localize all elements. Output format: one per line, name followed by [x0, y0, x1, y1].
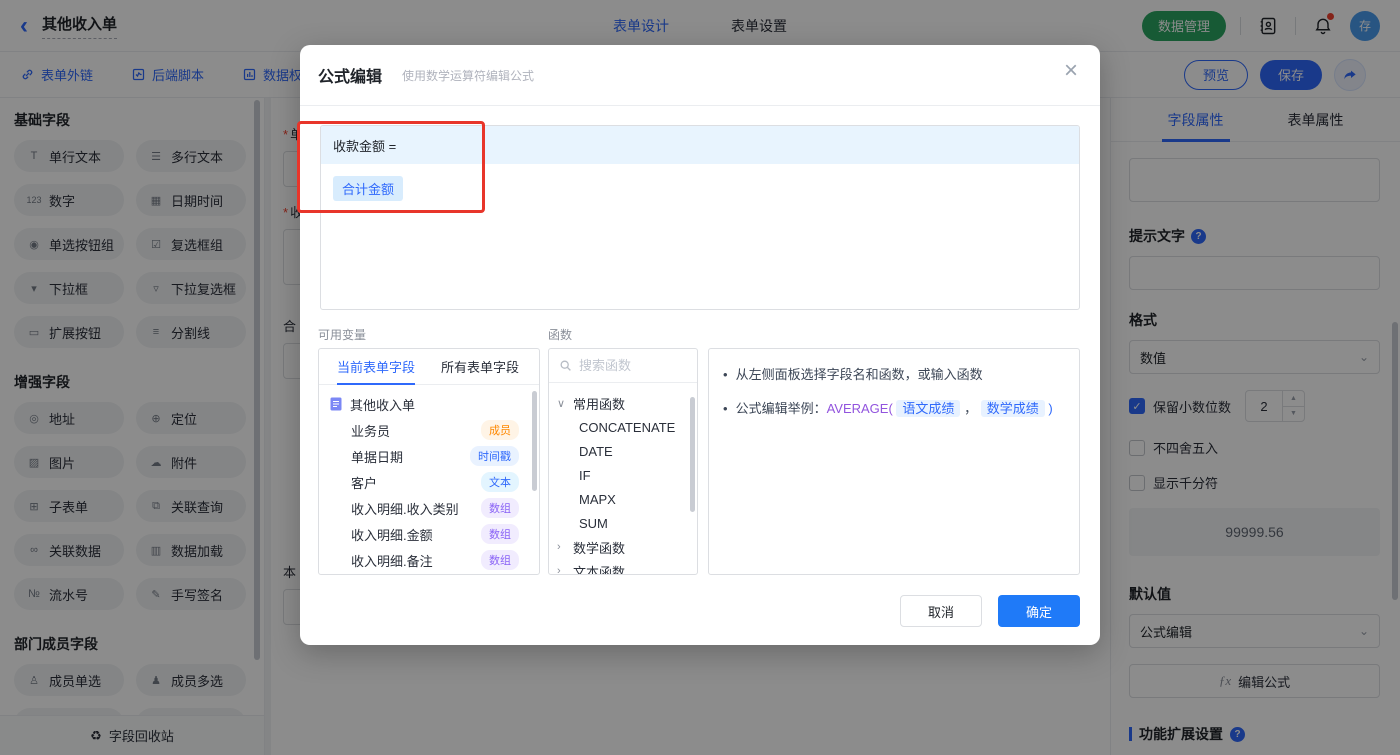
type-tag: 数组 [481, 498, 519, 518]
group-label: 数学函数 [573, 540, 626, 556]
functions-tree: ∨ 常用函数 CONCATENATE DATE IF MAPX SUM › 数学… [549, 383, 697, 575]
form-doc-icon [330, 397, 342, 411]
formula-editor-modal: 公式编辑 使用数学运算符编辑公式 × 收款金额 = 合计金额 可用变量 函数 当… [300, 45, 1100, 645]
modal-subtitle: 使用数学运算符编辑公式 [402, 69, 535, 83]
group-label: 常用函数 [573, 396, 626, 412]
variables-scrollbar[interactable] [532, 391, 537, 491]
tip-text: 从左侧面板选择字段名和函数，或输入函数 [735, 367, 983, 382]
group-label: 文本函数 [573, 564, 626, 575]
app-window: ‹ 其他收入单 表单设计 表单设置 数据管理 存 表单外链 后端脚本 数据权限 … [0, 0, 1400, 755]
example-field-chip: 语文成绩 [896, 399, 961, 417]
function-item[interactable]: MAPX [557, 487, 691, 511]
formula-expression-area[interactable]: 合计金额 [321, 164, 1079, 213]
search-icon [560, 360, 571, 371]
variable-row[interactable]: 业务员 成员 [329, 417, 531, 443]
tip-line-1: • 从左侧面板选择字段名和函数，或输入函数 [723, 365, 1063, 385]
variable-name: 业务员 [351, 423, 391, 439]
modal-title: 公式编辑 [318, 69, 383, 86]
example-close-paren: ) [1048, 400, 1053, 416]
function-group-common[interactable]: ∨ 常用函数 [557, 391, 691, 415]
function-search-input[interactable] [579, 358, 679, 373]
variable-name: 收入明细.收入类别 [351, 501, 459, 517]
formula-target: 收款金额 = [333, 138, 397, 154]
bullet-icon: • [723, 400, 728, 416]
variable-name: 收入明细.备注 [351, 553, 433, 569]
function-item[interactable]: IF [557, 463, 691, 487]
type-tag: 数组 [481, 524, 519, 544]
function-group-math[interactable]: › 数学函数 [557, 535, 691, 559]
variables-tree: 其他收入单 业务员 成员 单据日期 时间戳 客户 文本 收入明细.收入类别 数组 [319, 385, 539, 573]
variable-row[interactable]: 收入明细.金额 数组 [329, 521, 531, 547]
variable-name: 收入明细.金额 [351, 527, 433, 543]
variable-name: 单据日期 [351, 449, 404, 465]
function-search-row [549, 349, 697, 383]
functions-label: 函数 [548, 328, 573, 342]
variable-row[interactable]: 收入明细.收入类别 数组 [329, 495, 531, 521]
chevron-down-icon: ∨ [557, 397, 566, 410]
variable-name: 其他收入单 [350, 397, 416, 413]
type-tag: 成员 [481, 420, 519, 440]
functions-panel: ∨ 常用函数 CONCATENATE DATE IF MAPX SUM › 数学… [548, 348, 698, 575]
variable-row[interactable]: 收入明细.备注 数组 [329, 547, 531, 573]
function-item[interactable]: CONCATENATE [557, 415, 691, 439]
example-function: AVERAGE( [826, 400, 893, 416]
tab-current-form-fields[interactable]: 当前表单字段 [337, 349, 416, 385]
variable-name: 客户 [351, 475, 378, 491]
type-tag: 数组 [481, 550, 519, 570]
functions-scrollbar[interactable] [690, 397, 695, 512]
modal-footer: 取消 确定 [900, 595, 1080, 627]
variables-tabs: 当前表单字段 所有表单字段 [319, 349, 539, 385]
close-icon[interactable]: × [1064, 59, 1078, 83]
bullet-icon: • [723, 367, 728, 382]
type-tag: 文本 [481, 472, 519, 492]
formula-editor[interactable]: 收款金额 = 合计金额 [320, 125, 1080, 310]
function-group-text[interactable]: › 文本函数 [557, 559, 691, 575]
formula-target-row: 收款金额 = [321, 126, 1079, 164]
cancel-button[interactable]: 取消 [900, 595, 982, 627]
tip-example: 公式编辑举例：AVERAGE( 语文成绩 ， 数学成绩 ) [735, 399, 1053, 417]
tab-all-form-fields[interactable]: 所有表单字段 [441, 349, 519, 385]
function-item[interactable]: DATE [557, 439, 691, 463]
example-field-chip: 数学成绩 [980, 399, 1045, 417]
variable-row[interactable]: 客户 文本 [329, 469, 531, 495]
function-item[interactable]: SUM [557, 511, 691, 535]
formula-field-chip[interactable]: 合计金额 [333, 176, 404, 201]
type-tag: 时间戳 [470, 446, 519, 466]
tips-panel: • 从左侧面板选择字段名和函数，或输入函数 • 公式编辑举例：AVERAGE( … [708, 348, 1080, 575]
chevron-right-icon: › [557, 565, 561, 575]
tip-line-2: • 公式编辑举例：AVERAGE( 语文成绩 ， 数学成绩 ) [723, 399, 1063, 419]
divider [300, 105, 1100, 106]
confirm-button[interactable]: 确定 [998, 595, 1080, 627]
variable-root-row[interactable]: 其他收入单 [329, 391, 531, 417]
chevron-right-icon: › [557, 541, 561, 553]
variables-panel: 当前表单字段 所有表单字段 其他收入单 业务员 成员 单据日期 时间戳 客户 文… [318, 348, 540, 575]
variables-label: 可用变量 [318, 328, 367, 342]
variable-row[interactable]: 单据日期 时间戳 [329, 443, 531, 469]
